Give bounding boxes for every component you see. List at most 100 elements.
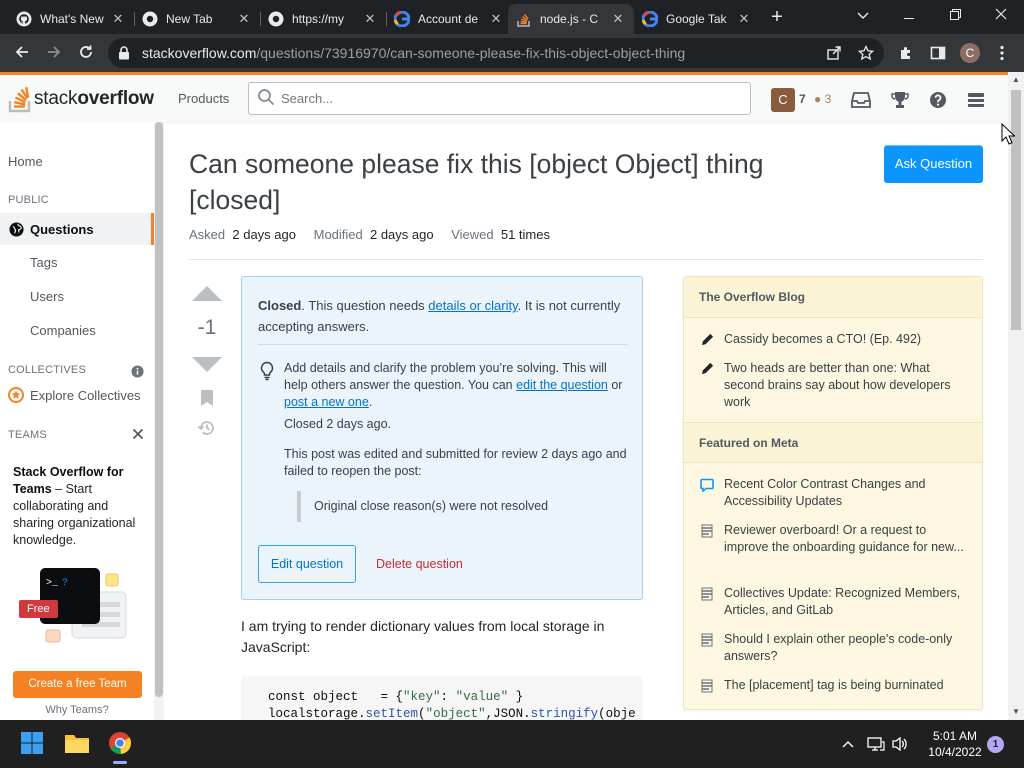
asked-value[interactable]: 2 days ago	[232, 227, 296, 242]
new-tab-button[interactable]: +	[766, 6, 788, 28]
profile-avatar[interactable]: C	[960, 43, 980, 63]
so-logo[interactable]: stackoverflow	[8, 84, 154, 114]
close-icon[interactable]: ✕	[610, 11, 626, 27]
kebab-menu-icon[interactable]	[992, 43, 1012, 63]
nav-tags[interactable]: Tags	[30, 255, 57, 270]
edit-question-link[interactable]: edit the question	[516, 378, 608, 392]
blog-item[interactable]: Two heads are better than one: What seco…	[700, 360, 970, 411]
closed-reason: Closed. This question needs details or c…	[258, 298, 621, 334]
windows-start-button[interactable]	[16, 728, 48, 760]
close-icon[interactable]: ✕	[736, 11, 752, 27]
delete-question-button[interactable]: Delete question	[376, 545, 463, 583]
browser-tab-active[interactable]: node.js - C ✕	[508, 4, 634, 34]
page-scrollbar[interactable]: ▲ ▼	[1008, 72, 1024, 720]
notification-badge[interactable]: 1	[987, 736, 1004, 753]
close-window-button[interactable]	[978, 0, 1024, 30]
address-bar[interactable]: stackoverflow.com/questions/73916970/can…	[108, 38, 884, 68]
restore-button[interactable]	[932, 0, 978, 30]
modified-value[interactable]: 2 days ago	[370, 227, 434, 242]
post-new-link[interactable]: post a new one	[284, 395, 369, 409]
close-icon[interactable]: ✕	[362, 11, 378, 27]
browser-tab[interactable]: What's New ✕	[8, 4, 135, 34]
collectives-icon	[8, 387, 24, 403]
stack-exchange-icon	[700, 524, 714, 538]
arrow-left-icon	[14, 44, 30, 63]
nav-section-public: PUBLIC	[8, 194, 49, 206]
extensions-icon[interactable]	[896, 43, 916, 63]
share-icon[interactable]	[824, 43, 844, 63]
file-explorer-button[interactable]	[61, 728, 93, 760]
scroll-down-icon[interactable]: ▼	[1008, 704, 1024, 720]
blog-item[interactable]: Cassidy becomes a CTO! (Ep. 492)	[700, 331, 970, 348]
browser-tab[interactable]: https://my ✕	[260, 4, 387, 34]
meta-item[interactable]: Reviewer overboard! Or a request to impr…	[700, 522, 970, 556]
edit-question-button[interactable]: Edit question	[258, 545, 356, 583]
reload-button[interactable]	[74, 41, 98, 65]
browser-tab[interactable]: Account de ✕	[386, 4, 512, 34]
trophy-icon[interactable]	[888, 88, 912, 112]
meta-item-label: Reviewer overboard! Or a request to impr…	[724, 523, 964, 554]
bookmark-star-icon[interactable]	[856, 43, 876, 63]
review-text: This post was edited and submitted for r…	[284, 447, 627, 478]
minimize-button[interactable]	[886, 0, 932, 30]
user-avatar[interactable]: C	[771, 88, 795, 112]
volume-icon[interactable]	[890, 734, 910, 754]
details-clarity-link[interactable]: details or clarity	[428, 298, 517, 313]
scroll-up-icon[interactable]: ▲	[1008, 72, 1024, 88]
timeline-button[interactable]	[197, 418, 217, 438]
meta-item[interactable]: Collectives Update: Recognized Members, …	[700, 585, 970, 619]
nav-explore-collectives[interactable]: Explore Collectives	[8, 387, 141, 403]
ask-question-button[interactable]: Ask Question	[884, 145, 983, 183]
chrome-icon	[108, 731, 132, 758]
closed-hint: Add details and clarify the problem you’…	[284, 361, 623, 409]
nav-questions-label: Questions	[30, 221, 94, 237]
stack-exchange-icon	[700, 633, 714, 647]
svg-text:?: ?	[62, 578, 68, 589]
meta-item[interactable]: Should I explain other people's code-onl…	[700, 631, 970, 665]
meta-item-label: Recent Color Contrast Changes and Access…	[724, 477, 926, 508]
teams-illustration: >_ ? Free	[18, 568, 130, 652]
github-icon	[268, 11, 284, 27]
upvote-button[interactable]	[191, 284, 223, 304]
info-icon[interactable]	[131, 365, 144, 381]
meta-item[interactable]: The [placement] tag is being burninated	[700, 677, 970, 694]
meta-item[interactable]: Recent Color Contrast Changes and Access…	[700, 476, 970, 510]
tab-search-button[interactable]	[840, 0, 886, 30]
forward-button[interactable]	[42, 41, 66, 65]
back-button[interactable]	[10, 41, 34, 65]
blog-item-label: Cassidy becomes a CTO! (Ep. 492)	[724, 332, 922, 346]
close-icon[interactable]: ✕	[110, 11, 126, 27]
close-icon[interactable]	[132, 428, 144, 443]
search-box[interactable]	[248, 82, 751, 115]
inbox-icon[interactable]	[849, 88, 873, 112]
search-icon	[257, 88, 275, 109]
why-teams-link[interactable]: Why Teams?	[0, 704, 154, 716]
search-input[interactable]	[281, 91, 721, 106]
close-icon[interactable]: ✕	[236, 11, 252, 27]
reputation-count: 7	[799, 92, 806, 106]
chrome-taskbar-button[interactable]	[104, 728, 136, 764]
display-icon[interactable]	[866, 734, 886, 754]
nav-companies[interactable]: Companies	[30, 323, 96, 338]
products-menu[interactable]: Products	[170, 85, 237, 112]
browser-tab[interactable]: Google Tak ✕	[634, 4, 760, 34]
bookmark-button[interactable]	[200, 389, 214, 407]
downvote-button[interactable]	[191, 356, 223, 376]
nav-users[interactable]: Users	[30, 289, 64, 304]
nav-questions[interactable]: Questions	[0, 213, 154, 245]
left-sidebar: Home PUBLIC Questions Tags Users Compani…	[0, 122, 164, 720]
side-panel-icon[interactable]	[928, 43, 948, 63]
bronze-badge-count: ● 3	[814, 92, 832, 106]
system-clock[interactable]: 5:01 AM 10/4/2022	[922, 728, 988, 760]
nav-home[interactable]: Home	[8, 154, 43, 169]
chevron-up-icon[interactable]	[838, 734, 858, 754]
browser-tab[interactable]: New Tab ✕	[134, 4, 261, 34]
create-free-team-button[interactable]: Create a free Team	[13, 671, 142, 698]
close-icon[interactable]: ✕	[488, 11, 504, 27]
sidebar-scrollbar[interactable]	[154, 122, 164, 720]
help-icon[interactable]	[926, 88, 950, 112]
site-switcher-icon[interactable]	[964, 88, 988, 112]
stack-exchange-icon	[700, 587, 714, 601]
question-title[interactable]: Can someone please fix this [object Obje…	[189, 146, 849, 218]
chevron-down-icon	[857, 8, 869, 23]
